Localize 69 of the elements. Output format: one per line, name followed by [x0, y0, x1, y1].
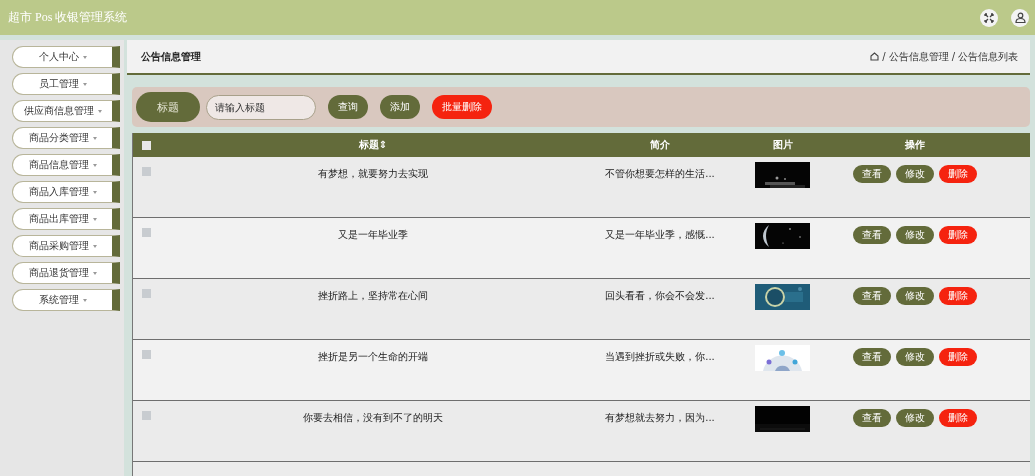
column-header: 图片	[772, 138, 793, 152]
table-cell: 你要去相信，没有到不了的明天	[303, 411, 443, 425]
table-cell: 有梦想，就要努力去实现	[318, 167, 428, 181]
row-action-button[interactable]: 查看	[853, 226, 891, 244]
sidebar-item[interactable]: 员工管理	[12, 73, 120, 95]
row-action-button[interactable]: 修改	[896, 287, 934, 305]
caret-icon	[92, 271, 97, 275]
sidebar-item[interactable]: 系统管理	[12, 289, 120, 311]
table-cell: 挫折路上，坚持常在心间	[318, 289, 428, 303]
row-checkbox[interactable]	[142, 167, 151, 176]
table-cell: 又是一年毕业季，感慨...	[605, 228, 715, 242]
table-cell: 回头看看，你会不会发...	[605, 289, 715, 303]
caret-icon	[92, 136, 97, 140]
caret-icon	[92, 217, 97, 221]
search-label: 标题	[136, 92, 200, 122]
breadcrumb-link[interactable]: 公告信息列表	[958, 49, 1018, 64]
sidebar-item[interactable]: 商品分类管理	[12, 127, 120, 149]
column-header: 操作	[905, 138, 925, 152]
sidebar-item[interactable]: 商品出库管理	[12, 208, 120, 230]
table-cell: 不管你想要怎样的生活...	[605, 167, 715, 181]
row-action-button[interactable]: 修改	[896, 226, 934, 244]
user-icon[interactable]	[1011, 8, 1029, 27]
caret-icon	[92, 190, 97, 194]
row-checkbox[interactable]	[142, 289, 151, 298]
sidebar-item[interactable]: 商品入库管理	[12, 181, 120, 203]
search-button[interactable]: 添加	[380, 95, 420, 119]
table-cell: 有梦想就去努力，因为...	[605, 411, 715, 425]
app-title: 超市 Pos 收银管理系统	[8, 9, 128, 26]
table-cell: 又是一年毕业季	[338, 228, 408, 242]
row-checkbox[interactable]	[142, 411, 151, 420]
row-action-button[interactable]: 查看	[853, 409, 891, 427]
row-action-button[interactable]: 删除	[939, 165, 977, 183]
fullscreen-icon[interactable]	[980, 8, 998, 27]
caret-icon	[82, 298, 87, 302]
column-header: 标题⇕	[358, 138, 388, 152]
row-action-button[interactable]: 删除	[939, 348, 977, 366]
row-checkbox[interactable]	[142, 350, 151, 359]
row-action-button[interactable]: 查看	[853, 348, 891, 366]
breadcrumb-separator: /	[882, 51, 886, 62]
breadcrumb-link[interactable]: 公告信息管理	[888, 49, 949, 64]
home-icon[interactable]	[870, 52, 880, 61]
sidebar-item[interactable]: 个人中心	[12, 46, 120, 68]
row-action-button[interactable]: 查看	[853, 287, 891, 305]
breadcrumb-separator: /	[951, 51, 955, 62]
caret-icon	[97, 109, 102, 113]
search-button[interactable]: 批量删除	[432, 95, 492, 119]
row-action-button[interactable]: 修改	[896, 348, 934, 366]
row-checkbox[interactable]	[142, 228, 151, 237]
row-action-button[interactable]: 删除	[939, 287, 977, 305]
row-action-button[interactable]: 删除	[939, 226, 977, 244]
caret-icon	[92, 244, 97, 248]
search-field[interactable]: 请输入标题	[206, 94, 316, 120]
page-title: 公告信息管理	[141, 49, 201, 64]
row-action-button[interactable]: 查看	[853, 165, 891, 183]
caret-icon	[82, 82, 87, 86]
column-header: 简介	[650, 138, 670, 152]
sidebar-item[interactable]: 商品采购管理	[12, 235, 120, 257]
select-all-checkbox[interactable]	[142, 140, 151, 150]
search-button[interactable]: 查询	[328, 95, 368, 119]
caret-icon	[82, 55, 87, 59]
row-action-button[interactable]: 修改	[896, 409, 934, 427]
table-cell: 当遇到挫折或失败，你...	[605, 350, 715, 364]
sidebar-item[interactable]: 供应商信息管理	[12, 100, 120, 122]
row-action-button[interactable]: 删除	[939, 409, 977, 427]
row-action-button[interactable]: 修改	[896, 165, 934, 183]
sidebar-item[interactable]: 商品信息管理	[12, 154, 120, 176]
sidebar-item[interactable]: 商品退货管理	[12, 262, 120, 284]
table-cell: 挫折是另一个生命的开端	[318, 350, 428, 364]
caret-icon	[92, 163, 97, 167]
